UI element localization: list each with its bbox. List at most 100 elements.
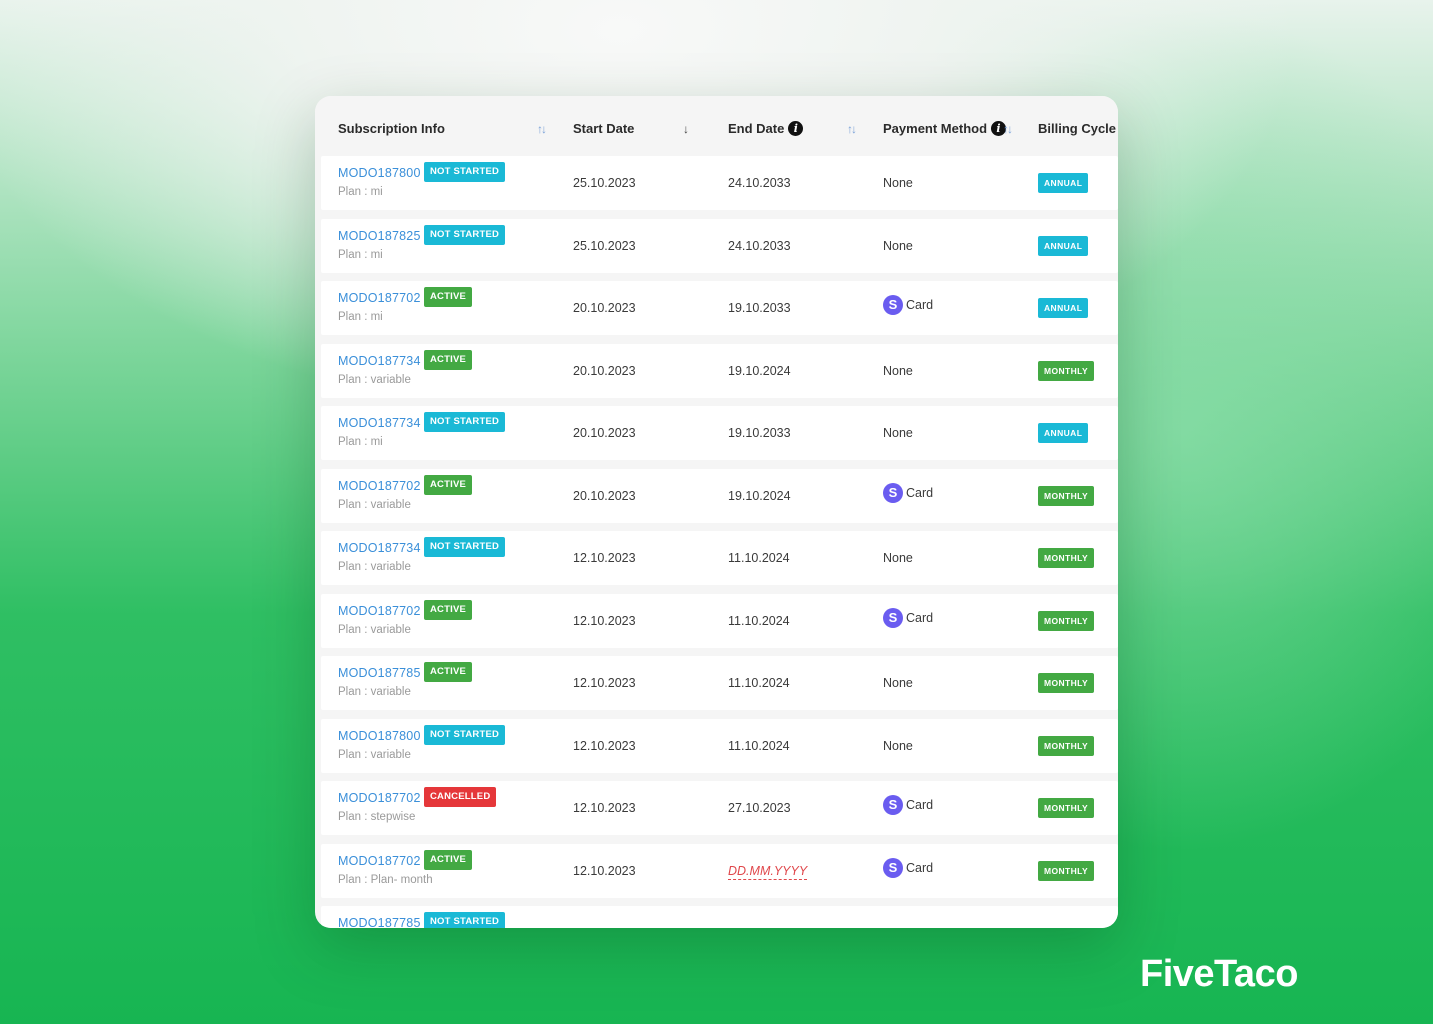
table-row[interactable]: MODO187785 NOT STARTED: [321, 906, 1118, 928]
subscription-id-link[interactable]: MODO187800: [338, 729, 421, 743]
plan-label: Plan : variable: [338, 686, 411, 698]
column-header-label: Payment Method: [883, 121, 988, 136]
payment-method: None: [883, 426, 913, 440]
subscription-id-link[interactable]: MODO187702: [338, 854, 421, 868]
start-date: 25.10.2023: [573, 176, 636, 190]
table-header: Subscription Info ↑↓ Start Date ↓ End Da…: [315, 96, 1118, 156]
table-row[interactable]: MODO187734 ACTIVE Plan : variable 20.10.202…: [321, 343, 1118, 398]
subscription-id-link[interactable]: MODO187734: [338, 354, 421, 368]
payment-method: S Card: [883, 607, 934, 628]
stripe-icon: S: [883, 795, 903, 815]
table-row[interactable]: MODO187734 NOT STARTED Plan : mi 20.10.2023…: [321, 406, 1118, 460]
payment-method-label: None: [883, 238, 913, 253]
status-badge: NOT STARTED: [424, 537, 506, 557]
column-header-label: Subscription Info: [338, 121, 445, 136]
billing-cycle-badge: MONTHLY: [1038, 485, 1095, 506]
plan-label: Plan : variable: [338, 498, 411, 511]
payment-method-label: Card: [906, 610, 934, 625]
column-header-payment-method[interactable]: Payment Method i: [883, 121, 1007, 136]
subscription-id-link[interactable]: MODO187702: [338, 479, 421, 493]
stripe-icon: S: [883, 607, 903, 628]
payment-method: S Card: [883, 795, 934, 815]
table-row[interactable]: MODO187702 CANCELLED Plan : stepwise 12.10.…: [321, 781, 1118, 835]
table-row[interactable]: MODO187825 NOT STARTED Plan : mi 25.10.2023…: [321, 218, 1118, 273]
plan-label: Plan : mi: [338, 436, 383, 448]
start-date: 12.10.2023: [573, 738, 636, 753]
sort-icon[interactable]: ↑↓: [847, 122, 857, 136]
payment-method: None: [883, 739, 913, 753]
payment-method: None: [883, 176, 913, 190]
table-row[interactable]: MODO187800 NOT STARTED Plan : mi 25.10.2023…: [321, 156, 1118, 210]
subscription-id-link[interactable]: MODO187825: [338, 229, 421, 243]
billing-cycle-badge: ANNUAL: [1038, 173, 1089, 193]
plan-label: Plan : mi: [338, 248, 383, 261]
subscription-id-link[interactable]: MODO187702: [338, 291, 421, 305]
subscription-id-link[interactable]: MODO187785: [338, 916, 421, 928]
billing-cycle-badge: MONTHLY: [1038, 548, 1095, 568]
end-date: 11.10.2024: [728, 738, 790, 753]
payment-method-label: None: [883, 176, 913, 190]
payment-method-label: Card: [906, 798, 934, 812]
status-badge: NOT STARTED: [424, 224, 506, 245]
column-header-start-date[interactable]: Start Date: [573, 121, 634, 136]
payment-method: S Card: [883, 857, 933, 878]
column-header-end-date[interactable]: End Date i: [728, 121, 804, 136]
payment-method: S Card: [883, 482, 934, 503]
subscription-id-link[interactable]: MODO187785: [338, 666, 421, 680]
sort-icon[interactable]: ↑↓: [537, 122, 547, 136]
start-date: 20.10.2023: [573, 301, 636, 315]
status-badge: CANCELLED: [424, 787, 497, 807]
subscription-id-link[interactable]: MODO187734: [338, 416, 421, 430]
end-date: 11.10.2024: [728, 551, 790, 565]
table-row[interactable]: MODO187702 ACTIVE Plan : variable 12.10.202…: [321, 593, 1118, 648]
end-date: 11.10.2024: [728, 613, 790, 628]
payment-method: None: [883, 551, 913, 565]
subscription-id-link[interactable]: MODO187800: [338, 166, 421, 180]
table-row[interactable]: MODO187702 ACTIVE Plan : mi 20.10.2023 19.10…: [321, 281, 1118, 335]
billing-cycle-badge: MONTHLY: [1038, 860, 1095, 881]
billing-cycle-badge: MONTHLY: [1038, 673, 1095, 693]
stripe-icon: S: [883, 482, 903, 503]
status-badge: ACTIVE: [424, 662, 473, 682]
subscription-id-link[interactable]: MODO187734: [338, 541, 421, 555]
start-date: 12.10.2023: [573, 676, 636, 690]
payment-method: None: [883, 676, 913, 690]
start-date: 12.10.2023: [573, 863, 636, 878]
start-date: 20.10.2023: [573, 488, 636, 503]
start-date: 12.10.2023: [573, 551, 636, 565]
table-row[interactable]: MODO187702 ACTIVE Plan : variable 20.10.202…: [321, 468, 1118, 523]
table-row[interactable]: MODO187785 ACTIVE Plan : variable 12.10.202…: [321, 656, 1118, 710]
payment-method-label: None: [883, 738, 913, 753]
table-row[interactable]: MODO187800 NOT STARTED Plan : variable 12.1…: [321, 718, 1118, 773]
payment-method-label: Card: [906, 298, 934, 312]
table-row[interactable]: MODO187702 ACTIVE Plan : Plan- month 12.10.…: [321, 843, 1118, 898]
table-row[interactable]: MODO187734 NOT STARTED Plan : variable 12.1…: [321, 531, 1118, 585]
end-date: 19.10.2033: [728, 301, 791, 315]
end-date: 19.10.2024: [728, 488, 791, 503]
payment-method-label: Card: [906, 485, 934, 500]
payment-method: S Card: [883, 295, 934, 315]
subscription-id-link[interactable]: MODO187702: [338, 791, 421, 805]
column-header-subscription-info[interactable]: Subscription Info: [338, 121, 445, 136]
billing-cycle-badge: MONTHLY: [1038, 735, 1095, 756]
start-date: 12.10.2023: [573, 613, 636, 628]
column-header-billing-cycle[interactable]: Billing Cycle: [1038, 121, 1116, 136]
sort-icon[interactable]: ↑↓: [1003, 122, 1013, 136]
end-date: 27.10.2023: [728, 801, 791, 815]
end-date: 19.10.2033: [728, 426, 791, 440]
plan-label: Plan : variable: [338, 561, 411, 573]
start-date: 20.10.2023: [573, 363, 636, 378]
end-date-placeholder[interactable]: DD.MM.YYYY: [728, 864, 808, 880]
plan-label: Plan : variable: [338, 748, 411, 761]
end-date: 24.10.2033: [728, 238, 791, 253]
status-badge: NOT STARTED: [424, 162, 506, 182]
stripe-icon: S: [883, 857, 903, 878]
info-icon[interactable]: i: [788, 121, 804, 136]
plan-label: Plan : variable: [338, 623, 411, 636]
status-badge: ACTIVE: [424, 287, 473, 307]
subscription-id-link[interactable]: MODO187702: [338, 604, 421, 618]
end-date: 24.10.2033: [728, 176, 791, 190]
sort-descending-icon[interactable]: ↓: [683, 122, 689, 136]
status-badge: ACTIVE: [424, 599, 473, 620]
billing-cycle-badge: MONTHLY: [1038, 360, 1095, 381]
